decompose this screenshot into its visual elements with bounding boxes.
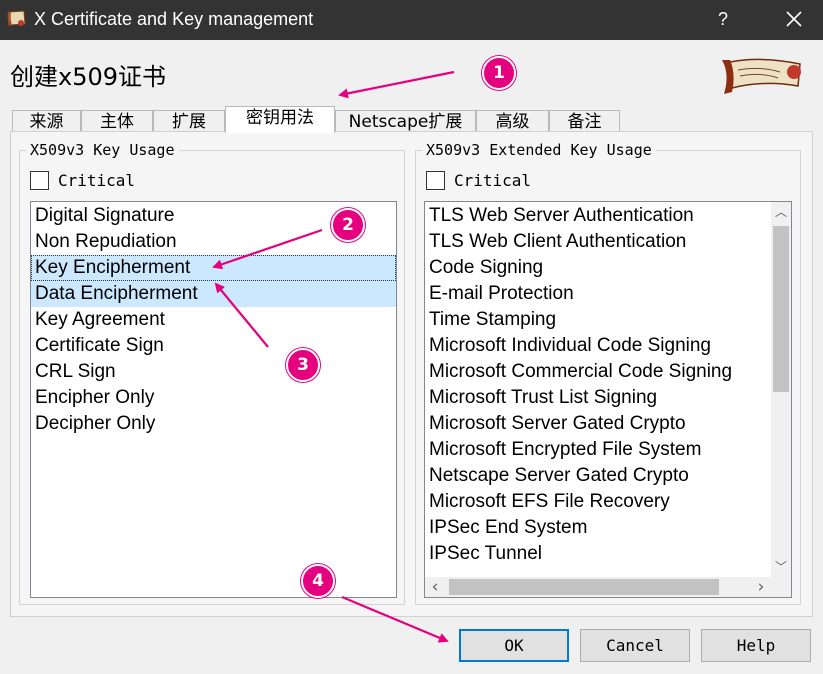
scroll-corner bbox=[771, 577, 791, 597]
list-item[interactable]: Certificate Sign bbox=[31, 333, 396, 359]
certificate-scroll-logo bbox=[722, 58, 801, 94]
tab-key-usage[interactable]: 密钥用法 bbox=[225, 106, 335, 133]
list-item[interactable]: Decipher Only bbox=[31, 411, 396, 437]
extended-key-usage-list[interactable]: TLS Web Server Authentication TLS Web Cl… bbox=[424, 201, 792, 598]
scroll-up-icon[interactable]: ︿ bbox=[771, 202, 791, 222]
certificate-app-icon bbox=[7, 10, 26, 26]
list-item[interactable]: IPSec Tunnel bbox=[425, 541, 771, 567]
list-item[interactable]: TLS Web Client Authentication bbox=[425, 229, 771, 255]
annotation-marker-4: 4 bbox=[301, 564, 335, 598]
list-item[interactable]: TLS Web Server Authentication bbox=[425, 203, 771, 229]
key-usage-tab-page: X509v3 Key Usage Critical Digital Signat… bbox=[10, 131, 813, 617]
help-button[interactable]: Help bbox=[701, 629, 811, 662]
extended-key-usage-group: X509v3 Extended Key Usage Critical TLS W… bbox=[415, 140, 801, 605]
key-usage-legend: X509v3 Key Usage bbox=[26, 140, 179, 160]
tab-bar: 来源 主体 扩展 密钥用法 Netscape扩展 高级 备注 bbox=[12, 106, 622, 135]
list-item[interactable]: Microsoft Individual Code Signing bbox=[425, 333, 771, 359]
key-usage-critical-label: Critical bbox=[58, 171, 136, 190]
list-item[interactable]: CRL Sign bbox=[31, 359, 396, 385]
close-icon[interactable] bbox=[782, 7, 806, 31]
annotation-marker-2: 2 bbox=[331, 208, 365, 242]
ok-button[interactable]: OK bbox=[459, 629, 569, 662]
scroll-left-icon[interactable]: ‹ bbox=[425, 577, 445, 597]
vertical-scrollbar[interactable]: ︿ ﹀ bbox=[771, 202, 791, 577]
title-bar: X Certificate and Key management ? bbox=[0, 0, 823, 40]
list-item[interactable]: Encipher Only bbox=[31, 385, 396, 411]
list-item[interactable]: Microsoft Commercial Code Signing bbox=[425, 359, 771, 385]
list-item[interactable]: Microsoft Server Gated Crypto bbox=[425, 411, 771, 437]
list-item[interactable]: Key Encipherment bbox=[31, 255, 396, 281]
vertical-scroll-thumb[interactable] bbox=[773, 226, 789, 392]
list-item[interactable]: Netscape Server Gated Crypto bbox=[425, 463, 771, 489]
extended-key-usage-legend: X509v3 Extended Key Usage bbox=[422, 140, 656, 160]
extended-key-usage-critical-checkbox[interactable] bbox=[426, 171, 445, 190]
extended-key-usage-critical-label: Critical bbox=[454, 171, 532, 190]
list-item[interactable]: Code Signing bbox=[425, 255, 771, 281]
annotation-arrow-1 bbox=[338, 70, 455, 99]
list-item[interactable]: Key Agreement bbox=[31, 307, 396, 333]
list-item[interactable]: IPSec End System bbox=[425, 515, 771, 541]
help-title-button[interactable]: ? bbox=[712, 7, 734, 31]
annotation-marker-3: 3 bbox=[286, 348, 320, 382]
list-item[interactable]: Microsoft Encrypted File System bbox=[425, 437, 771, 463]
list-item[interactable]: Time Stamping bbox=[425, 307, 771, 333]
list-item[interactable]: Data Encipherment bbox=[31, 281, 396, 307]
scroll-down-icon[interactable]: ﹀ bbox=[771, 557, 791, 577]
annotation-marker-1: 1 bbox=[482, 56, 516, 90]
horizontal-scroll-thumb[interactable] bbox=[449, 579, 719, 595]
cancel-button[interactable]: Cancel bbox=[580, 629, 690, 662]
dialog-heading: 创建x509证书 bbox=[10, 63, 167, 91]
list-item[interactable]: Microsoft Trust List Signing bbox=[425, 385, 771, 411]
scroll-right-icon[interactable]: › bbox=[751, 577, 771, 597]
list-item[interactable]: Microsoft EFS File Recovery bbox=[425, 489, 771, 515]
key-usage-list[interactable]: Digital Signature Non Repudiation Key En… bbox=[30, 201, 397, 598]
key-usage-critical-checkbox[interactable] bbox=[30, 171, 49, 190]
list-item[interactable]: E-mail Protection bbox=[425, 281, 771, 307]
horizontal-scrollbar[interactable]: ‹ › bbox=[425, 577, 771, 597]
window-title: X Certificate and Key management bbox=[34, 9, 314, 29]
